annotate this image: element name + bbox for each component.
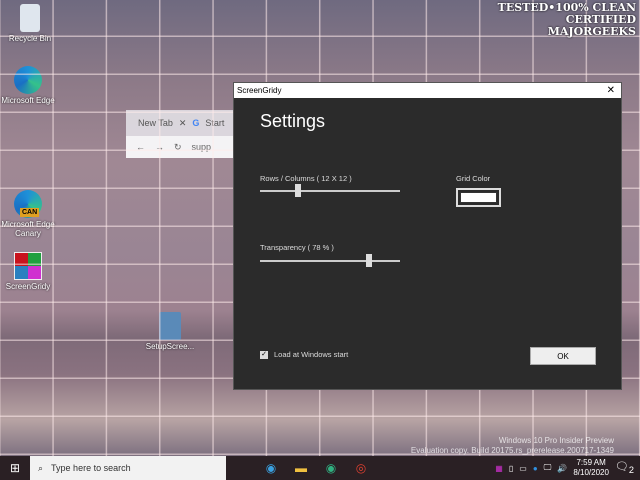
search-icon: ⌕ — [38, 462, 44, 473]
windows-start-icon[interactable]: ⊞ — [0, 456, 30, 480]
screengridy-icon — [14, 252, 42, 280]
title-bar: ScreenGridy ✕ — [234, 83, 621, 98]
screengridy-window: ScreenGridy ✕ Settings Rows / Columns ( 1… — [233, 82, 622, 390]
grid-color-button[interactable] — [456, 188, 501, 207]
google-icon: G — [192, 118, 200, 128]
clock[interactable]: 7:59 AM 8/10/2020 — [573, 458, 609, 478]
os-watermark-line2: Evaluation copy. Build 20175.rs_prerelea… — [410, 446, 614, 455]
taskbar: ⊞ ⌕ Type here to search ◉ ▬ ◉ ◎ ▦ ▯ ▭ ● 🖵… — [0, 456, 640, 480]
desktop-icon-screengridy[interactable]: ScreenGridy — [0, 252, 56, 291]
notifications-icon[interactable]: 🗨2 — [615, 460, 634, 475]
checkbox-check-icon[interactable]: ✓ — [260, 350, 268, 359]
rows-columns-slider[interactable] — [260, 184, 400, 197]
defender-icon[interactable]: ● — [533, 464, 538, 473]
desktop-icon-edge[interactable]: Microsoft Edge — [0, 66, 56, 105]
screengridy-tray-icon[interactable]: ▦ — [495, 464, 503, 473]
edge-icon — [14, 66, 42, 94]
recycle-bin-icon — [20, 4, 40, 32]
notification-count: 2 — [628, 465, 634, 476]
load-at-start-checkbox[interactable]: ✓ Load at Windows start — [260, 350, 348, 359]
icon-label: Microsoft Edge — [1, 96, 55, 105]
forward-icon[interactable]: → — [155, 142, 164, 152]
os-watermark-line1: Windows 10 Pro Insider Preview — [498, 436, 614, 445]
ok-button[interactable]: OK — [530, 347, 596, 365]
edge-canary-icon: CAN — [14, 190, 42, 218]
address-bar[interactable]: supp — [192, 142, 212, 152]
desktop-icon-edge-canary[interactable]: CAN Microsoft Edge Canary — [0, 190, 56, 238]
transparency-label: Transparency ( 78 % ) — [260, 243, 334, 252]
file-explorer-icon[interactable]: ▬ — [286, 456, 316, 480]
icon-label: SetupScree... — [145, 342, 195, 351]
desktop-icon-setup[interactable]: SetupScree... — [142, 312, 198, 351]
transparency-slider[interactable] — [260, 254, 400, 267]
network-icon[interactable]: 🖵 — [544, 463, 552, 473]
chrome-taskbar-icon[interactable]: ◎ — [346, 456, 376, 480]
edge-canary-taskbar-icon[interactable]: ◉ — [316, 456, 346, 480]
window-title: ScreenGridy — [237, 86, 282, 95]
search-placeholder: Type here to search — [51, 463, 131, 473]
close-icon[interactable]: ✕ — [179, 118, 187, 129]
keyboard-icon[interactable]: ▭ — [519, 464, 527, 473]
browser-window[interactable]: New Tab ✕ G Start ← → ↻ supp — [126, 110, 236, 158]
usb-icon[interactable]: ▯ — [509, 464, 513, 473]
icon-label: Recycle Bin — [8, 34, 52, 43]
majorgeeks-logo: TESTED•100% CLEAN CERTIFIED MAJORGEEKS — [497, 1, 636, 38]
desktop-icon-recycle-bin[interactable]: Recycle Bin — [2, 4, 58, 43]
volume-icon[interactable]: 🔊 — [557, 464, 567, 473]
close-icon[interactable]: ✕ — [607, 85, 615, 96]
os-watermark: Windows 10 Pro Insider Preview Evaluation… — [411, 436, 614, 456]
slider-thumb[interactable] — [366, 254, 373, 267]
slider-thumb[interactable] — [294, 184, 301, 197]
rows-columns-label: Rows / Columns ( 12 X 12 ) — [260, 174, 352, 183]
installer-icon — [159, 312, 181, 340]
browser-tab-start[interactable]: Start — [205, 118, 224, 128]
icon-label: ScreenGridy — [5, 282, 51, 291]
grid-color-label: Grid Color — [456, 174, 491, 183]
taskbar-search[interactable]: ⌕ Type here to search — [30, 456, 226, 480]
page-title: Settings — [260, 111, 326, 131]
edge-taskbar-icon[interactable]: ◉ — [256, 456, 286, 480]
icon-label: Microsoft Edge Canary — [1, 220, 55, 238]
browser-tab-new[interactable]: New Tab — [138, 118, 173, 128]
reload-icon[interactable]: ↻ — [174, 142, 182, 153]
time: 7:59 AM — [576, 458, 606, 467]
grid-color-swatch — [460, 192, 497, 203]
load-at-start-label: Load at Windows start — [274, 350, 349, 359]
date: 8/10/2020 — [573, 468, 609, 477]
canary-badge: CAN — [20, 208, 40, 217]
back-icon[interactable]: ← — [136, 142, 145, 152]
